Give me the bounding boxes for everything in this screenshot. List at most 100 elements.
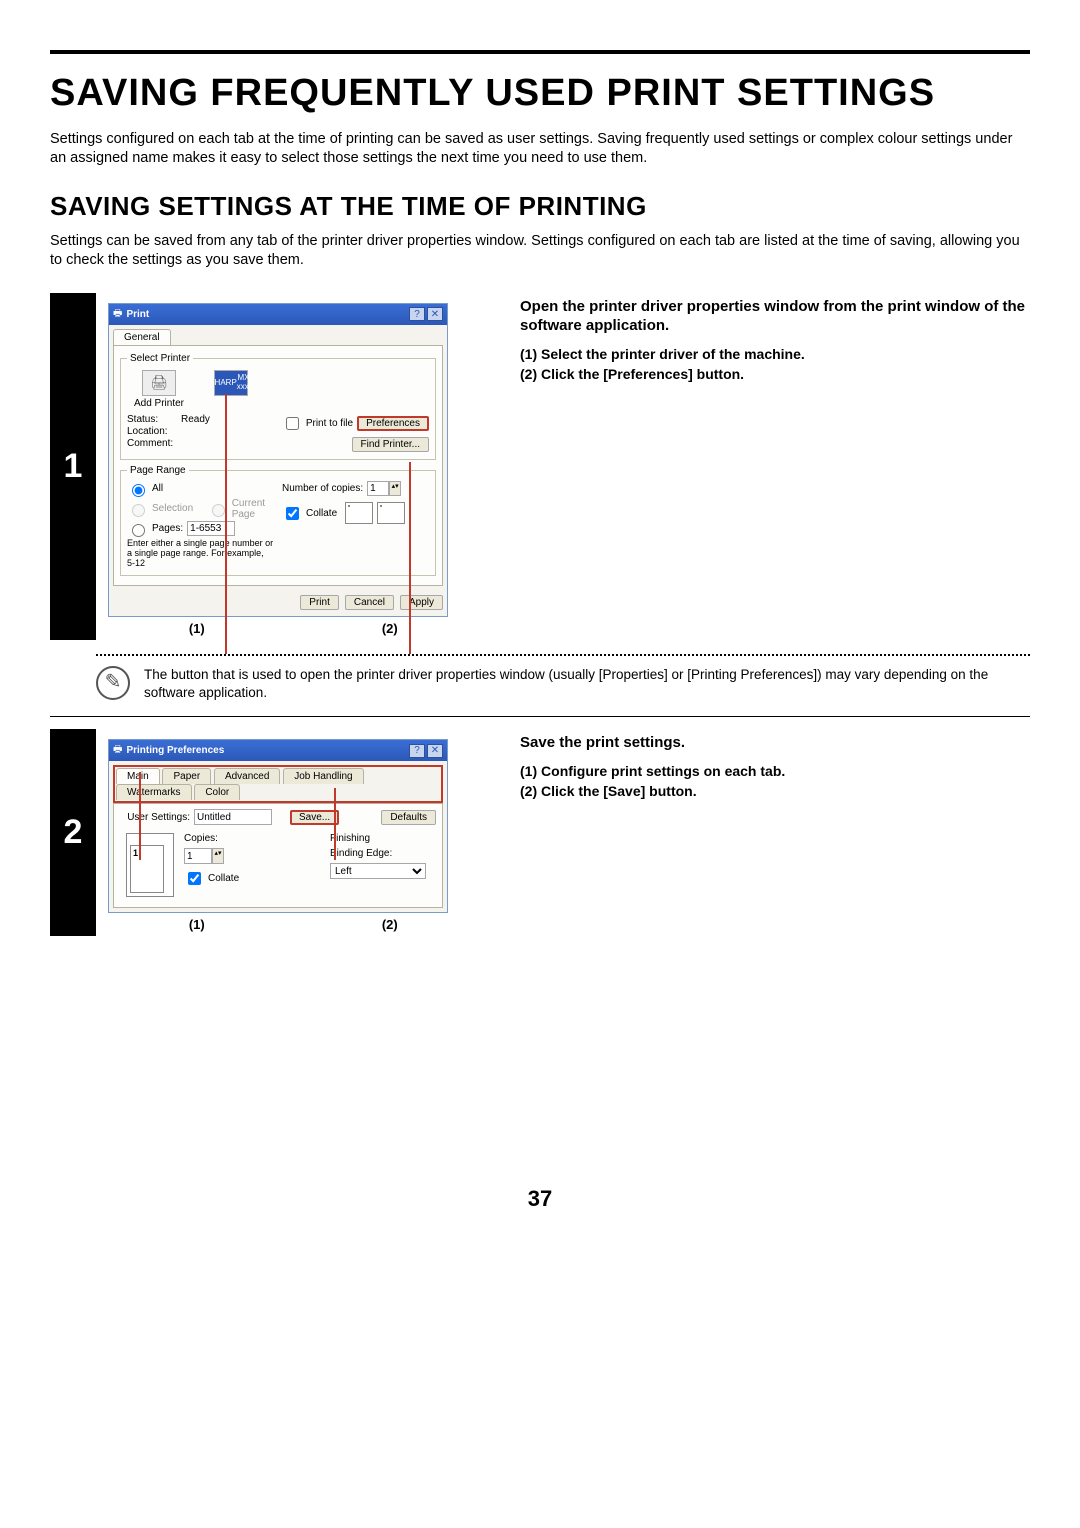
- step-2-lead: Save the print settings.: [520, 733, 1030, 753]
- printer-icon: 🖶: [113, 742, 122, 759]
- tab-general[interactable]: General: [113, 329, 171, 345]
- step-1-row: 1 🖶 Print ? ✕ General: [50, 293, 1030, 640]
- collate-checkbox[interactable]: [286, 507, 299, 520]
- location-label: Location:: [127, 426, 177, 437]
- close-button[interactable]: ✕: [427, 307, 443, 321]
- preferences-dialog: 🖶 Printing Preferences ? ✕ Main Paper Ad…: [108, 739, 448, 913]
- collate-icon: [347, 504, 405, 524]
- range-all-radio[interactable]: [132, 484, 145, 497]
- tab-advanced[interactable]: Advanced: [214, 768, 280, 784]
- preferences-dialog-title: Printing Preferences: [126, 745, 224, 756]
- step-1-callouts: (1) (2): [108, 617, 494, 636]
- callout-line-1: [139, 772, 141, 860]
- apply-button[interactable]: Apply: [400, 595, 443, 610]
- user-settings-label: User Settings:: [120, 812, 190, 823]
- range-current-radio: [212, 504, 225, 517]
- tab-color[interactable]: Color: [194, 784, 240, 800]
- save-button[interactable]: Save...: [290, 810, 339, 825]
- range-all-label: All: [152, 483, 163, 494]
- sub-intro-paragraph: Settings can be saved from any tab of th…: [50, 232, 1030, 271]
- status-value: Ready: [181, 414, 210, 425]
- step-number: 1: [50, 293, 96, 640]
- comment-label: Comment:: [127, 438, 177, 449]
- manual-page: SAVING FREQUENTLY USED PRINT SETTINGS Se…: [0, 0, 1080, 1252]
- callout-line-2: [409, 462, 411, 654]
- cancel-button[interactable]: Cancel: [345, 595, 394, 610]
- top-rule: [50, 50, 1030, 54]
- print-to-file-label: Print to file: [306, 418, 353, 429]
- step-2-item: Click the [Save] button.: [520, 783, 1030, 799]
- selected-printer-icon: SHARP MX-xxxx: [214, 370, 248, 396]
- page-number: 37: [50, 1186, 1030, 1212]
- print-to-file-checkbox[interactable]: [286, 417, 299, 430]
- step-2-item: Configure print settings on each tab.: [520, 763, 1030, 779]
- print-button[interactable]: Print: [300, 595, 339, 610]
- help-button[interactable]: ?: [409, 744, 425, 758]
- callout-line-2: [334, 788, 336, 860]
- pref-copies-label: Copies:: [184, 833, 239, 844]
- step-1-list: Select the printer driver of the machine…: [520, 346, 1030, 382]
- pref-collate-checkbox[interactable]: [188, 872, 201, 885]
- user-settings-input[interactable]: [194, 809, 272, 825]
- copies-stepper[interactable]: ▴▾: [389, 481, 401, 496]
- callout-1-label: (1): [108, 621, 286, 636]
- step-2-list: Configure print settings on each tab. Cl…: [520, 763, 1030, 799]
- copies-input[interactable]: [367, 481, 389, 496]
- step-1-lead: Open the printer driver properties windo…: [520, 297, 1030, 336]
- intro-paragraph: Settings configured on each tab at the t…: [50, 130, 1030, 169]
- step-1-item: Click the [Preferences] button.: [520, 366, 1030, 382]
- callout-2-label: (2): [286, 917, 494, 932]
- selected-printer-item[interactable]: SHARP MX-xxxx: [201, 370, 261, 409]
- pref-collate-label: Collate: [208, 873, 239, 884]
- tab-job-handling[interactable]: Job Handling: [283, 768, 363, 784]
- range-selection-label: Selection: [152, 503, 193, 514]
- step-1-figure: 🖶 Print ? ✕ General Select Printer: [96, 293, 506, 640]
- add-printer-label: Add Printer: [129, 398, 189, 409]
- add-printer-icon: 🖨: [142, 370, 176, 396]
- step-2-figure: 🖶 Printing Preferences ? ✕ Main Paper Ad…: [96, 729, 506, 936]
- preferences-button[interactable]: Preferences: [357, 416, 429, 431]
- note-row: ✎ The button that is used to open the pr…: [50, 666, 1030, 702]
- select-printer-legend: Select Printer: [127, 353, 193, 364]
- close-button[interactable]: ✕: [427, 744, 443, 758]
- step-1-item: Select the printer driver of the machine…: [520, 346, 1030, 362]
- binding-edge-label: Binding Edge:: [330, 848, 430, 859]
- solid-separator: [50, 716, 1030, 717]
- range-pages-label: Pages:: [152, 523, 183, 534]
- defaults-button[interactable]: Defaults: [381, 810, 436, 825]
- add-printer-item[interactable]: 🖨 Add Printer: [129, 370, 189, 409]
- preferences-dialog-titlebar: 🖶 Printing Preferences ? ✕: [109, 740, 447, 761]
- pencil-note-icon: ✎: [96, 666, 130, 700]
- callout-1-label: (1): [108, 917, 286, 932]
- callout-2-label: (2): [286, 621, 494, 636]
- tab-watermarks[interactable]: Watermarks: [116, 784, 192, 800]
- section-subtitle: SAVING SETTINGS AT THE TIME OF PRINTING: [50, 191, 1030, 222]
- pages-input[interactable]: [187, 521, 235, 536]
- callout-line-1: [225, 394, 227, 654]
- printer-icon: 🖶: [113, 306, 122, 323]
- tab-main[interactable]: Main: [116, 768, 160, 784]
- step-number: 2: [50, 729, 96, 936]
- page-title: SAVING FREQUENTLY USED PRINT SETTINGS: [50, 72, 1030, 116]
- step-2-row: 2 🖶 Printing Preferences ? ✕ Main: [50, 729, 1030, 936]
- copies-label: Number of copies:: [282, 483, 363, 494]
- dotted-separator: [96, 654, 1030, 656]
- print-dialog: 🖶 Print ? ✕ General Select Printer: [108, 303, 448, 617]
- pages-hint: Enter either a single page number or a s…: [127, 539, 274, 569]
- print-dialog-titlebar: 🖶 Print ? ✕: [109, 304, 447, 325]
- page-preview-icon: 1: [126, 833, 174, 897]
- step-2-text: Save the print settings. Configure print…: [506, 729, 1030, 936]
- note-text: The button that is used to open the prin…: [144, 666, 1030, 702]
- range-pages-radio[interactable]: [132, 524, 145, 537]
- tabs-highlight: Main Paper Advanced Job Handling Waterma…: [113, 765, 443, 803]
- binding-edge-select[interactable]: Left: [330, 863, 426, 879]
- select-printer-group: Select Printer 🖨 Add Printer SHARP MX-: [120, 353, 436, 460]
- pref-copies-input[interactable]: [184, 848, 212, 864]
- collate-label: Collate: [306, 508, 337, 519]
- step-2-callouts: (1) (2): [108, 913, 494, 932]
- help-button[interactable]: ?: [409, 307, 425, 321]
- status-label: Status:: [127, 414, 177, 425]
- find-printer-button[interactable]: Find Printer...: [352, 437, 429, 452]
- tab-paper[interactable]: Paper: [162, 768, 211, 784]
- pref-copies-stepper[interactable]: ▴▾: [212, 848, 224, 864]
